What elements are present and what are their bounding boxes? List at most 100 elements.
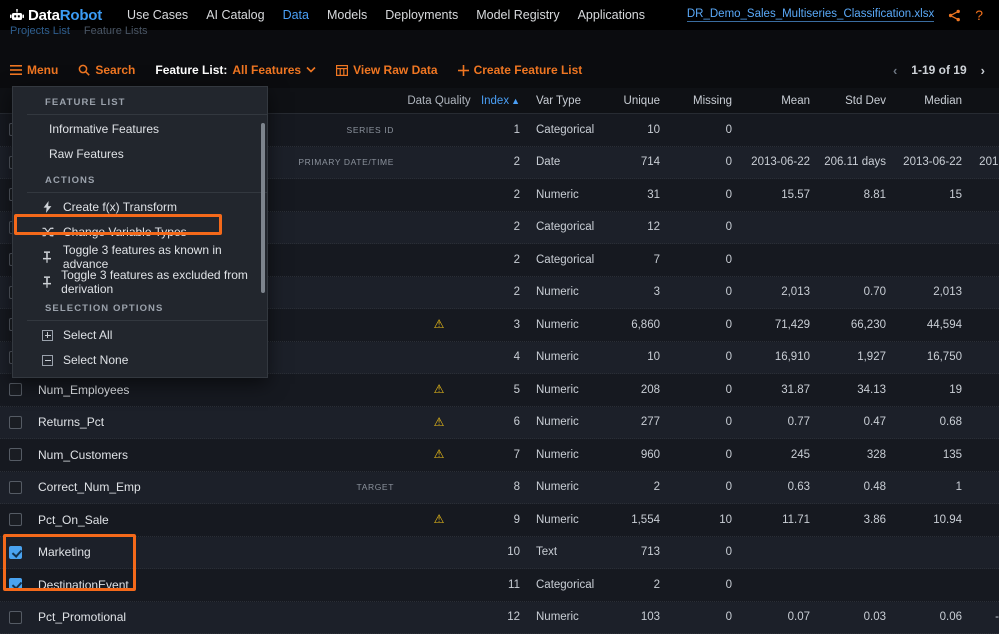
feature-checkbox-num-customers[interactable] (8, 448, 22, 462)
feature-role-tag: TARGET (356, 482, 394, 493)
header-std-dev[interactable]: Std Dev (820, 95, 896, 107)
data-quality-cell[interactable]: ⚠ (400, 448, 478, 461)
data-quality-warning-icon[interactable]: ⚠ (434, 382, 445, 396)
feature-list-toolbar: Menu Search Feature List: All Features V… (0, 55, 999, 85)
std-dev-cell: 328 (866, 448, 886, 461)
table-row[interactable]: Marketing 10 Text 713 0 (0, 536, 999, 569)
feature-name[interactable]: Marketing (30, 545, 250, 559)
menu-item-raw-features[interactable]: Raw Features (13, 143, 267, 165)
feature-name[interactable]: Pct_On_Sale (30, 513, 250, 527)
feature-name[interactable]: DestinationEvent (30, 578, 250, 592)
header-index[interactable]: Index ▲ (478, 95, 526, 107)
missing-cell: 0 (725, 448, 732, 461)
feature-checkbox-pct-on-sale[interactable] (8, 513, 22, 527)
pagination-prev-button[interactable]: ‹ (893, 63, 897, 78)
table-row[interactable]: Pct_On_Sale ⚠ 9 Numeric 1,554 10 11.71 3.86 10.9… (0, 504, 999, 537)
search-button[interactable]: Search (78, 63, 135, 77)
menu-button[interactable]: Menu (10, 63, 58, 77)
table-row[interactable]: DestinationEvent 11 Categorical 2 0 (0, 569, 999, 602)
unique-cell: 31 (647, 188, 660, 201)
header-data-quality[interactable]: Data Quality (400, 95, 478, 107)
median-cell: 2,013 (933, 286, 962, 299)
menu-item-toggle-3-features-as-excluded-from-derivation[interactable]: Toggle 3 features as excluded from deriv… (13, 268, 267, 296)
nav-item-data[interactable]: Data (274, 0, 318, 30)
nav-item-models[interactable]: Models (318, 0, 376, 30)
plus-box-icon (41, 329, 54, 341)
menu-item-toggle-3-features-as-known-in-advance[interactable]: Toggle 3 features as known in advance (13, 243, 267, 271)
pagination-next-button[interactable]: › (981, 63, 985, 78)
data-quality-warning-icon[interactable]: ⚠ (434, 512, 445, 526)
create-feature-list-label: Create Feature List (473, 63, 583, 77)
header-var-type[interactable]: Var Type (526, 95, 600, 107)
feature-checkbox-destinationevent[interactable] (8, 578, 22, 592)
data-quality-cell[interactable]: ⚠ (400, 416, 478, 429)
datarobot-feature-list-page: DataRobot Use Cases AI Catalog Data Mode… (0, 0, 999, 634)
header-mean[interactable]: Mean (744, 95, 820, 107)
data-quality-warning-icon[interactable]: ⚠ (434, 317, 445, 331)
header-missing[interactable]: Missing (672, 95, 744, 107)
var-type-cell: Numeric (536, 448, 579, 461)
mean-cell: 11.71 (782, 513, 810, 526)
project-filename-link[interactable]: DR_Demo_Sales_Multiseries_Classification… (686, 8, 935, 22)
data-quality-cell[interactable]: ⚠ (400, 513, 478, 526)
feature-name[interactable]: Correct_Num_Emp (30, 480, 250, 494)
feature-checkbox-pct-promotional[interactable] (8, 610, 22, 624)
view-raw-data-button[interactable]: View Raw Data (336, 63, 438, 77)
min-cell: 0 (972, 481, 999, 493)
mean-cell: 245 (790, 448, 810, 461)
index-cell: 9 (513, 513, 520, 526)
data-quality-warning-icon[interactable]: ⚠ (434, 415, 445, 429)
menu-scrollbar[interactable] (261, 123, 265, 293)
var-type-cell: Numeric (536, 611, 579, 624)
menu-item-create-f-x-transform[interactable]: Create f(x) Transform (13, 196, 267, 218)
feature-checkbox-returns-pct[interactable] (8, 415, 22, 429)
feature-list-selector[interactable]: Feature List: All Features (155, 63, 316, 77)
menu-item-informative-features[interactable]: Informative Features (13, 118, 267, 140)
data-quality-warning-icon[interactable]: ⚠ (434, 447, 445, 461)
table-row[interactable]: Num_Customers⚠7Numeric960024532813505,30… (0, 439, 999, 472)
missing-cell: 0 (725, 611, 732, 624)
row-checkbox-cell (0, 383, 30, 397)
unique-cell: 2 (653, 578, 660, 591)
header-min[interactable]: Min (972, 95, 999, 107)
row-checkbox-cell (0, 545, 30, 559)
feature-checkbox-num-employees[interactable] (8, 383, 22, 397)
table-row[interactable]: Returns_Pct⚠6Numeric27700.770.470.6803.0… (0, 406, 999, 439)
index-cell: 8 (513, 481, 520, 494)
feature-checkbox-marketing[interactable] (8, 545, 22, 559)
median-cell: 2013-06-22 (903, 156, 962, 169)
missing-cell: 0 (725, 383, 732, 396)
feature-checkbox-correct-num-emp[interactable] (8, 480, 22, 494)
menu-item-select-none[interactable]: Select None (13, 349, 267, 371)
index-cell: 2 (513, 156, 520, 169)
min-cell: 1 (972, 189, 999, 201)
pagination-count-label: 1-19 of 19 (911, 63, 967, 77)
datarobot-logo[interactable]: DataRobot (10, 7, 102, 24)
nav-item-applications[interactable]: Applications (569, 0, 654, 30)
table-row[interactable]: Correct_Num_Emp TARGET 8 Numeric 2 0 0.63 0.48 1… (0, 471, 999, 504)
menu-item-select-all[interactable]: Select All (13, 324, 267, 346)
breadcrumb-projects-list[interactable]: Projects List (10, 25, 70, 37)
header-unique[interactable]: Unique (600, 95, 672, 107)
table-row[interactable]: Num_Employees⚠5Numeric208031.8734.131904… (0, 374, 999, 407)
question-mark-icon[interactable]: ? (975, 8, 983, 22)
data-quality-cell[interactable]: ⚠ (400, 318, 478, 331)
feature-list-value[interactable]: All Features (232, 63, 301, 77)
create-feature-list-button[interactable]: Create Feature List (457, 63, 583, 77)
min-cell: 13,400 (972, 351, 999, 363)
feature-role-tag: SERIES ID (346, 124, 394, 135)
nav-item-deployments[interactable]: Deployments (376, 0, 467, 30)
menu-item-change-variable-types[interactable]: Change Variable Types (13, 221, 267, 243)
nav-item-model-registry[interactable]: Model Registry (467, 0, 568, 30)
header-median[interactable]: Median (896, 95, 972, 107)
share-icon[interactable] (948, 9, 961, 22)
var-type-cell: Numeric (536, 481, 579, 494)
data-quality-cell[interactable]: ⚠ (400, 383, 478, 396)
feature-name[interactable]: Num_Employees (30, 383, 250, 397)
nav-item-ai-catalog[interactable]: AI Catalog (197, 0, 273, 30)
feature-name[interactable]: Pct_Promotional (30, 610, 250, 624)
var-type-cell: Categorical (536, 578, 595, 591)
feature-name[interactable]: Returns_Pct (30, 415, 250, 429)
table-row[interactable]: Pct_Promotional 12 Numeric 103 0 0.07 0.03 0.06… (0, 601, 999, 634)
feature-name[interactable]: Num_Customers (30, 448, 250, 462)
